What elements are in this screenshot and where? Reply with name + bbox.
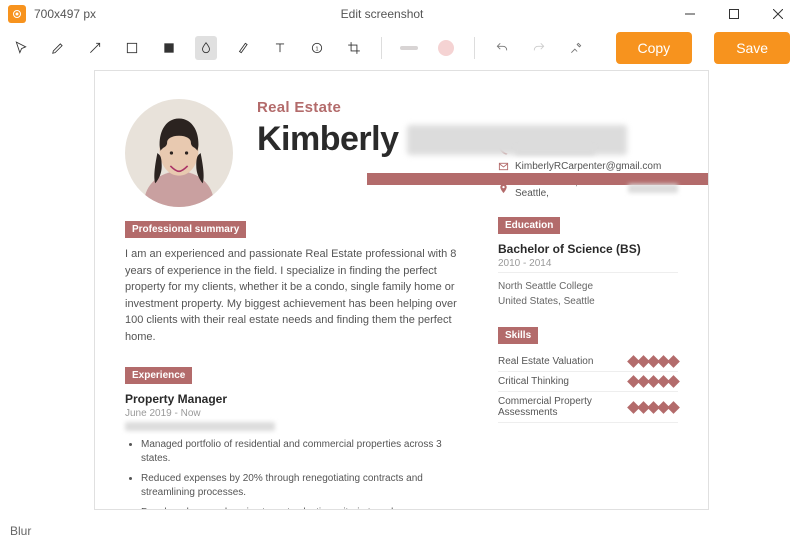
blur-tool[interactable]	[195, 36, 218, 60]
bullet-item: Managed portfolio of residential and com…	[141, 438, 470, 466]
experience-tag: Experience	[125, 367, 192, 384]
pencil-tool[interactable]	[47, 36, 70, 60]
screenshot-canvas[interactable]: Real Estate Kimberly Professional summar…	[94, 70, 709, 510]
copy-button[interactable]: Copy	[616, 32, 693, 64]
rectangle-tool[interactable]	[121, 36, 144, 60]
summary-text: I am an experienced and passionate Real …	[125, 246, 470, 345]
cursor-tool[interactable]	[10, 36, 33, 60]
counter-tool[interactable]: 1	[305, 36, 328, 60]
blurred-phone	[515, 146, 595, 155]
stroke-width-picker[interactable]	[398, 36, 421, 60]
skill-row: Real Estate Valuation	[498, 352, 678, 372]
color-picker[interactable]	[435, 36, 458, 60]
filled-rectangle-tool[interactable]	[158, 36, 181, 60]
svg-text:1: 1	[315, 46, 318, 52]
blurred-company	[125, 422, 275, 431]
redo-button[interactable]	[528, 36, 551, 60]
window-title: Edit screenshot	[96, 7, 668, 21]
arrow-tool[interactable]	[84, 36, 107, 60]
text-tool[interactable]	[268, 36, 291, 60]
edu-school: North Seattle College	[498, 279, 678, 294]
clear-tool[interactable]	[565, 36, 588, 60]
bullet-item: Reduced expenses by 20% through renegoti…	[141, 472, 470, 500]
maximize-button[interactable]	[712, 0, 756, 28]
undo-button[interactable]	[491, 36, 514, 60]
contact-block: KimberlyRCarpenter@gmail.com United Stat…	[498, 145, 678, 199]
resume-content: Real Estate Kimberly Professional summar…	[95, 71, 708, 510]
summary-tag: Professional summary	[125, 221, 246, 238]
app-icon	[8, 5, 26, 23]
toolbar-separator	[474, 37, 475, 59]
edu-loc: United States, Seattle	[498, 294, 678, 309]
minimize-button[interactable]	[668, 0, 712, 28]
toolbar-separator	[381, 37, 382, 59]
education-tag: Education	[498, 217, 560, 234]
email-icon	[498, 161, 509, 172]
skill-row: Critical Thinking	[498, 372, 678, 392]
save-button[interactable]: Save	[714, 32, 790, 64]
canvas-dimensions: 700x497 px	[34, 7, 96, 21]
editor-toolbar: 1 Copy Save	[0, 28, 800, 68]
job-bullets: Managed portfolio of residential and com…	[125, 438, 470, 510]
status-bar: Blur	[10, 524, 31, 538]
marker-tool[interactable]	[231, 36, 254, 60]
job-dates: June 2019 - Now	[125, 408, 470, 419]
edu-years: 2010 - 2014	[498, 258, 678, 269]
skill-row: Commercial Property Assessments	[498, 392, 678, 423]
skills-tag: Skills	[498, 327, 538, 344]
crop-tool[interactable]	[342, 36, 365, 60]
job-title: Property Manager	[125, 392, 470, 406]
window-titlebar: 700x497 px Edit screenshot	[0, 0, 800, 28]
close-button[interactable]	[756, 0, 800, 28]
degree: Bachelor of Science (BS)	[498, 242, 678, 256]
bullet-item: Developed comprehensive tenant selection…	[141, 506, 470, 510]
blurred-address	[628, 184, 678, 193]
contact-email: KimberlyRCarpenter@gmail.com	[515, 161, 661, 172]
resume-photo	[125, 99, 233, 207]
